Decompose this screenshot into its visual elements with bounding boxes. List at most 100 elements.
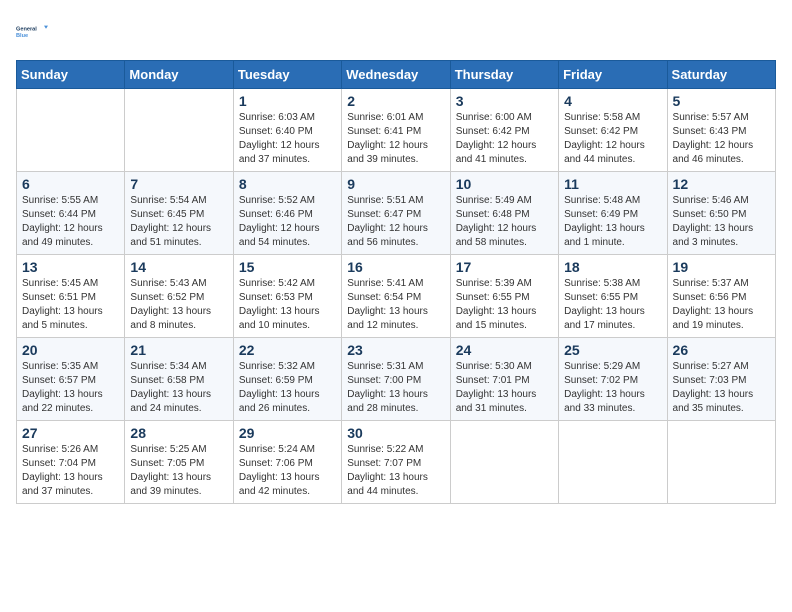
calendar-cell: 1Sunrise: 6:03 AM Sunset: 6:40 PM Daylig… bbox=[233, 89, 341, 172]
day-info: Sunrise: 5:42 AM Sunset: 6:53 PM Dayligh… bbox=[239, 277, 336, 333]
calendar-cell: 15 Sunrise: 5:42 AM Sunset: 6:53 PM Dayli… bbox=[233, 255, 341, 338]
calendar-cell: 5 Sunrise: 5:57 AM Sunset: 6:43 PM Daylig… bbox=[667, 89, 775, 172]
calendar-cell: 22 Sunrise: 5:32 AM Sunset: 6:59 PM Dayli… bbox=[233, 338, 341, 421]
day-info: Sunrise: 5:24 AM Sunset: 7:06 PM Dayligh… bbox=[239, 443, 336, 499]
weekday-header-wednesday: Wednesday bbox=[342, 61, 450, 89]
day-info: Sunrise: 5:43 AM Sunset: 6:52 PM Dayligh… bbox=[130, 277, 227, 333]
day-info: Sunrise: 5:27 AM Sunset: 7:03 PM Dayligh… bbox=[673, 360, 770, 416]
day-number: 29 bbox=[239, 425, 336, 441]
day-info: Sunrise: 5:38 AM Sunset: 6:55 PM Dayligh… bbox=[564, 277, 661, 333]
calendar-cell: 2Sunrise: 6:01 AM Sunset: 6:41 PM Daylig… bbox=[342, 89, 450, 172]
day-info: Sunrise: 6:01 AM Sunset: 6:41 PM Dayligh… bbox=[347, 111, 444, 167]
day-number: 24 bbox=[456, 342, 553, 358]
day-info: Sunrise: 5:49 AM Sunset: 6:48 PM Dayligh… bbox=[456, 194, 553, 250]
day-info: Sunrise: 5:32 AM Sunset: 6:59 PM Dayligh… bbox=[239, 360, 336, 416]
day-info: Sunrise: 5:57 AM Sunset: 6:43 PM Dayligh… bbox=[673, 111, 770, 167]
calendar-cell: 20 Sunrise: 5:35 AM Sunset: 6:57 PM Dayli… bbox=[17, 338, 125, 421]
calendar-cell bbox=[17, 89, 125, 172]
svg-text:General: General bbox=[16, 26, 37, 32]
calendar-cell: 14 Sunrise: 5:43 AM Sunset: 6:52 PM Dayli… bbox=[125, 255, 233, 338]
week-row-2: 6 Sunrise: 5:55 AM Sunset: 6:44 PM Daylig… bbox=[17, 172, 776, 255]
day-number: 7 bbox=[130, 176, 227, 192]
day-number: 11 bbox=[564, 176, 661, 192]
day-number: 16 bbox=[347, 259, 444, 275]
day-number: 8 bbox=[239, 176, 336, 192]
day-info: Sunrise: 5:51 AM Sunset: 6:47 PM Dayligh… bbox=[347, 194, 444, 250]
calendar-cell: 3Sunrise: 6:00 AM Sunset: 6:42 PM Daylig… bbox=[450, 89, 558, 172]
week-row-3: 13 Sunrise: 5:45 AM Sunset: 6:51 PM Dayli… bbox=[17, 255, 776, 338]
calendar-cell: 30 Sunrise: 5:22 AM Sunset: 7:07 PM Dayli… bbox=[342, 421, 450, 504]
calendar-cell: 24 Sunrise: 5:30 AM Sunset: 7:01 PM Dayli… bbox=[450, 338, 558, 421]
day-info: Sunrise: 5:45 AM Sunset: 6:51 PM Dayligh… bbox=[22, 277, 119, 333]
day-number: 22 bbox=[239, 342, 336, 358]
day-number: 3 bbox=[456, 93, 553, 109]
logo: General Blue bbox=[16, 16, 48, 48]
day-info: Sunrise: 5:29 AM Sunset: 7:02 PM Dayligh… bbox=[564, 360, 661, 416]
day-number: 4 bbox=[564, 93, 661, 109]
calendar-cell: 16 Sunrise: 5:41 AM Sunset: 6:54 PM Dayli… bbox=[342, 255, 450, 338]
calendar-cell bbox=[450, 421, 558, 504]
weekday-header-thursday: Thursday bbox=[450, 61, 558, 89]
day-info: Sunrise: 5:58 AM Sunset: 6:42 PM Dayligh… bbox=[564, 111, 661, 167]
day-info: Sunrise: 5:54 AM Sunset: 6:45 PM Dayligh… bbox=[130, 194, 227, 250]
day-number: 17 bbox=[456, 259, 553, 275]
day-info: Sunrise: 5:41 AM Sunset: 6:54 PM Dayligh… bbox=[347, 277, 444, 333]
calendar-cell: 21Sunrise: 5:34 AM Sunset: 6:58 PM Dayli… bbox=[125, 338, 233, 421]
weekday-header-tuesday: Tuesday bbox=[233, 61, 341, 89]
day-number: 14 bbox=[130, 259, 227, 275]
day-number: 10 bbox=[456, 176, 553, 192]
day-info: Sunrise: 5:55 AM Sunset: 6:44 PM Dayligh… bbox=[22, 194, 119, 250]
day-number: 13 bbox=[22, 259, 119, 275]
calendar-cell: 23Sunrise: 5:31 AM Sunset: 7:00 PM Dayli… bbox=[342, 338, 450, 421]
calendar-cell: 4 Sunrise: 5:58 AM Sunset: 6:42 PM Daylig… bbox=[559, 89, 667, 172]
calendar-cell bbox=[667, 421, 775, 504]
calendar-cell: 25 Sunrise: 5:29 AM Sunset: 7:02 PM Dayli… bbox=[559, 338, 667, 421]
week-row-4: 20 Sunrise: 5:35 AM Sunset: 6:57 PM Dayli… bbox=[17, 338, 776, 421]
calendar-cell: 29 Sunrise: 5:24 AM Sunset: 7:06 PM Dayli… bbox=[233, 421, 341, 504]
calendar-cell: 26 Sunrise: 5:27 AM Sunset: 7:03 PM Dayli… bbox=[667, 338, 775, 421]
calendar-cell: 7 Sunrise: 5:54 AM Sunset: 6:45 PM Daylig… bbox=[125, 172, 233, 255]
calendar-cell: 18Sunrise: 5:38 AM Sunset: 6:55 PM Dayli… bbox=[559, 255, 667, 338]
day-info: Sunrise: 6:03 AM Sunset: 6:40 PM Dayligh… bbox=[239, 111, 336, 167]
calendar-cell: 11 Sunrise: 5:48 AM Sunset: 6:49 PM Dayli… bbox=[559, 172, 667, 255]
calendar-cell: 13 Sunrise: 5:45 AM Sunset: 6:51 PM Dayli… bbox=[17, 255, 125, 338]
day-info: Sunrise: 5:25 AM Sunset: 7:05 PM Dayligh… bbox=[130, 443, 227, 499]
calendar-cell bbox=[559, 421, 667, 504]
day-number: 9 bbox=[347, 176, 444, 192]
day-info: Sunrise: 5:22 AM Sunset: 7:07 PM Dayligh… bbox=[347, 443, 444, 499]
svg-text:Blue: Blue bbox=[16, 33, 28, 39]
day-number: 19 bbox=[673, 259, 770, 275]
day-info: Sunrise: 5:39 AM Sunset: 6:55 PM Dayligh… bbox=[456, 277, 553, 333]
calendar-cell: 28Sunrise: 5:25 AM Sunset: 7:05 PM Dayli… bbox=[125, 421, 233, 504]
calendar-cell: 12 Sunrise: 5:46 AM Sunset: 6:50 PM Dayli… bbox=[667, 172, 775, 255]
weekday-header-sunday: Sunday bbox=[17, 61, 125, 89]
day-number: 26 bbox=[673, 342, 770, 358]
day-info: Sunrise: 5:52 AM Sunset: 6:46 PM Dayligh… bbox=[239, 194, 336, 250]
calendar-cell: 9 Sunrise: 5:51 AM Sunset: 6:47 PM Daylig… bbox=[342, 172, 450, 255]
day-info: Sunrise: 5:46 AM Sunset: 6:50 PM Dayligh… bbox=[673, 194, 770, 250]
day-number: 20 bbox=[22, 342, 119, 358]
day-number: 5 bbox=[673, 93, 770, 109]
week-row-1: 1Sunrise: 6:03 AM Sunset: 6:40 PM Daylig… bbox=[17, 89, 776, 172]
day-info: Sunrise: 5:34 AM Sunset: 6:58 PM Dayligh… bbox=[130, 360, 227, 416]
calendar-cell: 8 Sunrise: 5:52 AM Sunset: 6:46 PM Daylig… bbox=[233, 172, 341, 255]
calendar-cell: 19Sunrise: 5:37 AM Sunset: 6:56 PM Dayli… bbox=[667, 255, 775, 338]
calendar-cell: 17 Sunrise: 5:39 AM Sunset: 6:55 PM Dayli… bbox=[450, 255, 558, 338]
day-info: Sunrise: 5:48 AM Sunset: 6:49 PM Dayligh… bbox=[564, 194, 661, 250]
day-info: Sunrise: 5:30 AM Sunset: 7:01 PM Dayligh… bbox=[456, 360, 553, 416]
day-info: Sunrise: 5:26 AM Sunset: 7:04 PM Dayligh… bbox=[22, 443, 119, 499]
day-number: 25 bbox=[564, 342, 661, 358]
day-info: Sunrise: 5:35 AM Sunset: 6:57 PM Dayligh… bbox=[22, 360, 119, 416]
calendar-cell: 6 Sunrise: 5:55 AM Sunset: 6:44 PM Daylig… bbox=[17, 172, 125, 255]
day-number: 6 bbox=[22, 176, 119, 192]
day-number: 30 bbox=[347, 425, 444, 441]
header: General Blue bbox=[16, 16, 776, 48]
day-number: 23 bbox=[347, 342, 444, 358]
calendar-cell: 10 Sunrise: 5:49 AM Sunset: 6:48 PM Dayli… bbox=[450, 172, 558, 255]
calendar-cell bbox=[125, 89, 233, 172]
weekday-header-saturday: Saturday bbox=[667, 61, 775, 89]
weekday-header-monday: Monday bbox=[125, 61, 233, 89]
calendar-cell: 27Sunrise: 5:26 AM Sunset: 7:04 PM Dayli… bbox=[17, 421, 125, 504]
day-number: 12 bbox=[673, 176, 770, 192]
day-number: 15 bbox=[239, 259, 336, 275]
